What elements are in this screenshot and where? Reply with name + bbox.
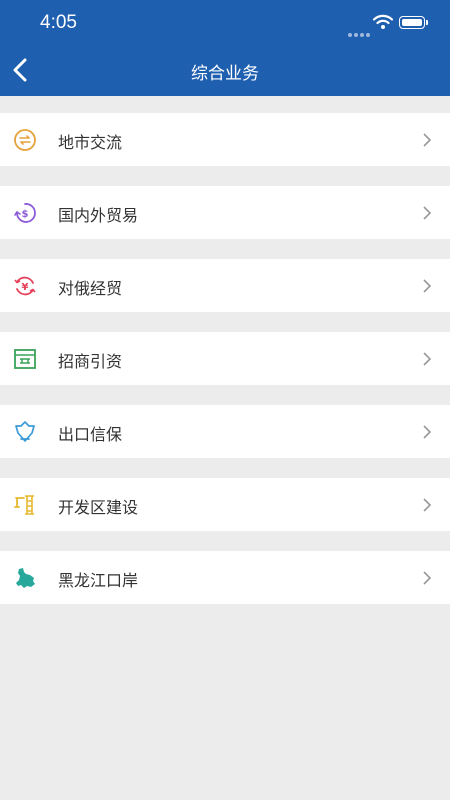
battery-icon <box>399 16 428 29</box>
svg-text:$: $ <box>22 209 29 220</box>
chevron-right-icon <box>423 352 432 366</box>
yuan-cycle-icon: ¥ <box>14 276 36 296</box>
menu-item-trade[interactable]: $ 国内外贸易 <box>0 186 450 239</box>
menu-item-city-exchange[interactable]: 地市交流 <box>0 113 450 166</box>
menu-item-label: 地市交流 <box>58 133 123 152</box>
chevron-right-icon <box>423 206 432 220</box>
merchant-icon <box>14 349 36 369</box>
navigation-bar: 综合业务 <box>0 44 450 96</box>
chevron-right-icon <box>423 425 432 439</box>
shield-icon <box>15 421 35 442</box>
menu-item-investment[interactable]: 招商引资 <box>0 332 450 385</box>
chevron-right-icon <box>423 133 432 147</box>
menu-item-export-insurance[interactable]: 出口信保 <box>0 405 450 458</box>
menu-item-label: 出口信保 <box>58 425 123 444</box>
menu-item-label: 国内外贸易 <box>58 206 139 225</box>
business-menu-list: 地市交流 $ 国内外贸易 ¥ 对俄经贸 招商引资 出口信保 开发区建设 黑龙江口… <box>0 113 450 624</box>
chevron-right-icon <box>423 498 432 512</box>
exchange-icon <box>14 129 36 151</box>
menu-item-label: 对俄经贸 <box>58 279 123 298</box>
menu-item-label: 黑龙江口岸 <box>58 571 139 590</box>
chevron-right-icon <box>423 571 432 585</box>
status-bar: 4:05 <box>0 0 450 44</box>
crane-icon <box>14 495 34 515</box>
menu-item-dev-zone[interactable]: 开发区建设 <box>0 478 450 531</box>
signal-icon <box>348 22 372 37</box>
page-title: 综合业务 <box>191 64 259 84</box>
menu-item-russia-trade[interactable]: ¥ 对俄经贸 <box>0 259 450 312</box>
wifi-icon <box>373 14 393 29</box>
province-map-icon <box>16 568 35 588</box>
menu-item-label: 开发区建设 <box>58 498 139 517</box>
menu-item-heilongjiang-ports[interactable]: 黑龙江口岸 <box>0 551 450 604</box>
menu-item-label: 招商引资 <box>58 352 123 371</box>
svg-text:¥: ¥ <box>22 282 29 293</box>
status-time: 4:05 <box>40 12 77 33</box>
dollar-trade-icon: $ <box>14 203 36 223</box>
chevron-right-icon <box>423 279 432 293</box>
app-header: 4:05 综合业务 <box>0 0 450 96</box>
